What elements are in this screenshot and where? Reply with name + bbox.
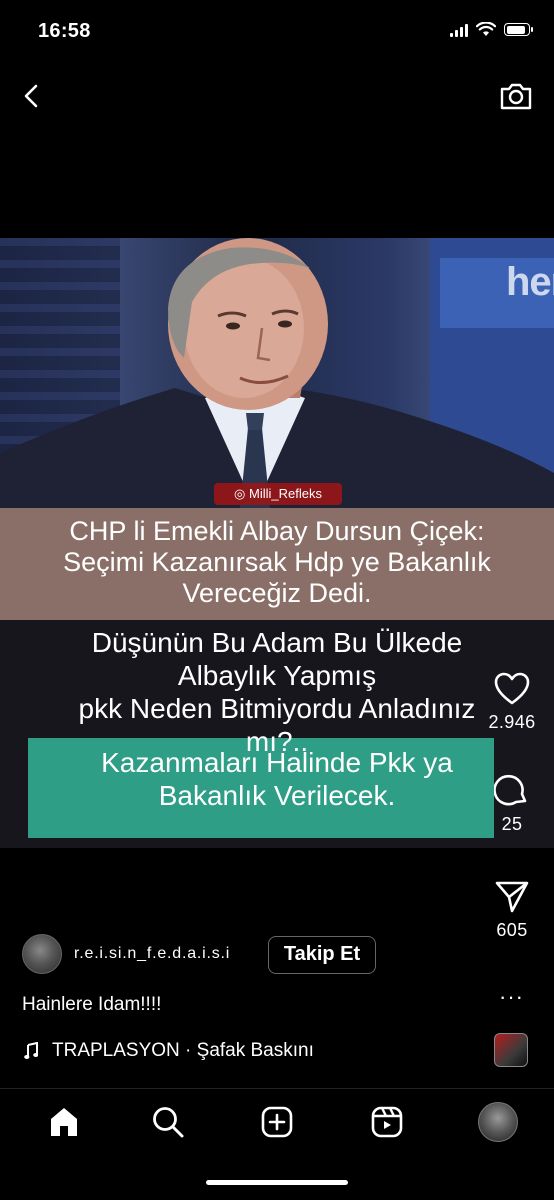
home-icon bbox=[51, 1108, 77, 1136]
like-button[interactable]: 2.946 bbox=[484, 672, 540, 733]
back-button[interactable] bbox=[16, 80, 48, 112]
instagram-glyph-icon: ◎ bbox=[234, 486, 249, 501]
caption-line: Kazanmaları Halinde Pkk ya bbox=[101, 747, 453, 778]
music-info[interactable]: TRAPLASYON · Şafak Baskını bbox=[24, 1040, 314, 1062]
tab-reels[interactable] bbox=[365, 1100, 409, 1144]
video-caption-1: CHP li Emekli Albay Dursun Çiçek: Seçimi… bbox=[0, 516, 554, 609]
tab-bar-divider bbox=[0, 1088, 554, 1089]
status-icons bbox=[450, 22, 533, 37]
caption-line: Seçimi Kazanırsak Hdp ye Bakanlık bbox=[63, 547, 491, 577]
watermark-text: Milli_Refleks bbox=[249, 486, 322, 501]
status-time: 16:58 bbox=[38, 20, 91, 42]
person-figure bbox=[0, 238, 554, 508]
music-note-icon bbox=[24, 1042, 38, 1059]
caption-line: Vereceğiz Dedi. bbox=[182, 578, 372, 608]
tab-home[interactable] bbox=[42, 1100, 86, 1144]
more-button[interactable]: ··· bbox=[499, 984, 524, 1010]
camera-icon bbox=[500, 83, 532, 110]
music-title: TRAPLASYON · Şafak Baskını bbox=[52, 1040, 314, 1061]
tab-create[interactable] bbox=[255, 1100, 299, 1144]
audio-thumbnail[interactable] bbox=[494, 1033, 528, 1067]
battery-icon bbox=[504, 23, 533, 36]
video-caption-2: Düşünün Bu Adam Bu Ülkede Albaylık Yapmı… bbox=[0, 626, 554, 758]
follow-button[interactable]: Takip Et bbox=[268, 936, 376, 974]
search-icon bbox=[153, 1107, 184, 1138]
like-count: 2.946 bbox=[488, 712, 536, 732]
cellular-signal-icon bbox=[450, 23, 468, 37]
create-icon bbox=[261, 1106, 293, 1138]
share-count: 605 bbox=[496, 920, 528, 940]
more-icon: ··· bbox=[499, 984, 524, 1009]
tab-search[interactable] bbox=[146, 1100, 190, 1144]
video-caption-3: Kazanmaları Halinde Pkk ya Bakanlık Veri… bbox=[0, 746, 554, 812]
author-avatar[interactable] bbox=[22, 934, 62, 974]
video-watermark: ◎ Milli_Refleks bbox=[214, 483, 342, 505]
reels-icon bbox=[371, 1106, 403, 1138]
comment-count: 25 bbox=[501, 814, 523, 834]
share-icon bbox=[495, 881, 529, 913]
author-username[interactable]: r.e.i.si.n_f.e.d.a.i.s.i bbox=[74, 945, 230, 963]
post-caption[interactable]: Hainlere Idam!!!! bbox=[22, 994, 161, 1016]
comment-icon bbox=[494, 774, 527, 806]
caption-line: CHP li Emekli Albay Dursun Çiçek: bbox=[69, 516, 485, 546]
home-indicator bbox=[206, 1180, 348, 1185]
video-player[interactable]: her ◎ Milli_Refleks CHP li Emekli Albay … bbox=[0, 238, 554, 848]
caption-line: Albaylık Yapmış bbox=[177, 660, 377, 691]
back-icon bbox=[24, 84, 38, 108]
tab-profile[interactable] bbox=[478, 1102, 518, 1142]
wifi-icon bbox=[476, 22, 496, 36]
caption-line: Düşünün Bu Adam Bu Ülkede bbox=[91, 627, 463, 658]
caption-line: pkk Neden Bitmiyordu Anladınız bbox=[78, 693, 476, 724]
comment-button[interactable]: 25 bbox=[484, 772, 540, 835]
camera-button[interactable] bbox=[498, 78, 534, 114]
share-button[interactable]: 605 bbox=[484, 880, 540, 941]
heart-icon bbox=[494, 672, 530, 705]
caption-line: Bakanlık Verilecek. bbox=[158, 780, 396, 811]
